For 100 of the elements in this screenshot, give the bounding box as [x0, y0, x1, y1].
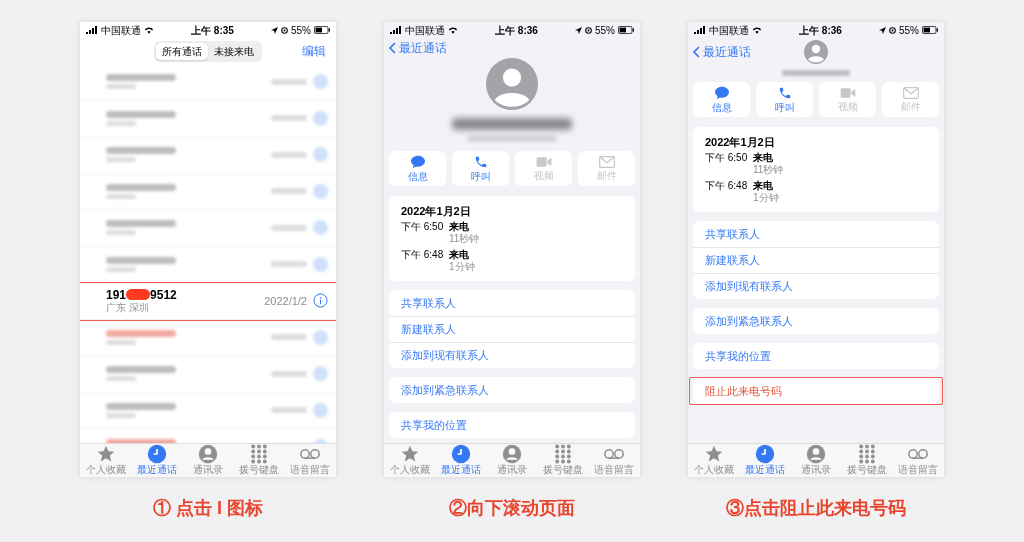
- person-icon[interactable]: [197, 444, 218, 464]
- status-time: 上午 8:36: [799, 23, 842, 38]
- call-time: 下午 6:48: [705, 180, 749, 192]
- redaction-mark: [126, 289, 151, 301]
- segment[interactable]: 未接来电: [208, 42, 260, 60]
- person-icon[interactable]: [501, 444, 522, 464]
- tab-bar-item[interactable]: 最近通话: [740, 444, 789, 475]
- clock-icon[interactable]: [146, 444, 167, 464]
- clock-icon[interactable]: [754, 444, 775, 464]
- chevron-left-icon: [693, 46, 700, 58]
- back-button[interactable]: 最近通话: [389, 39, 447, 57]
- envelope-icon: [598, 156, 615, 168]
- tab-bar-item[interactable]: 最近通话: [132, 444, 181, 475]
- action-button[interactable]: 呼叫: [756, 82, 813, 117]
- step-caption: ③点击阻止此来电号码: [726, 497, 906, 520]
- call-type: 来电: [449, 221, 470, 233]
- battery-icon: [618, 26, 634, 34]
- phone-number-start: 191: [106, 287, 127, 302]
- call-type: 来电: [449, 249, 470, 261]
- list-action[interactable]: 添加到现有联系人: [693, 273, 939, 299]
- action-button[interactable]: 呼叫: [452, 151, 509, 186]
- list-action[interactable]: 新建联系人: [693, 247, 939, 273]
- signal-icon: [390, 26, 402, 34]
- list-action[interactable]: 添加到现有联系人: [389, 342, 635, 368]
- battery-percent: 55%: [291, 23, 311, 38]
- call-location: 广东 深圳: [106, 301, 150, 314]
- phone-icon: [777, 86, 792, 100]
- log-date: 2022年1月2日: [705, 135, 776, 149]
- list-action[interactable]: 共享我的位置: [389, 412, 635, 438]
- person-icon[interactable]: [805, 444, 826, 464]
- step-caption: ②向下滚动页面: [449, 497, 575, 520]
- back-button[interactable]: 最近通话: [693, 43, 751, 61]
- status-time: 上午 8:36: [495, 23, 538, 38]
- call-type: 来电: [753, 152, 774, 164]
- alarm-icon: [281, 26, 288, 34]
- tab-bar-item[interactable]: 语音留言: [590, 444, 639, 475]
- tab-bar-item[interactable]: 语音留言: [894, 444, 943, 475]
- call-type: 来电: [753, 180, 774, 192]
- list-action[interactable]: 添加到紧急联系人: [389, 377, 635, 403]
- blurred-phone-number: [782, 70, 850, 76]
- wifi-icon: [448, 26, 458, 34]
- log-date: 2022年1月2日: [401, 204, 472, 218]
- tab-bar-item[interactable]: 最近通话: [436, 444, 485, 475]
- battery-percent: 55%: [899, 23, 919, 38]
- speech-bubble-icon: [713, 86, 730, 100]
- call-duration: 1分钟: [449, 261, 476, 273]
- keypad-icon[interactable]: [249, 444, 270, 464]
- call-duration: 1分钟: [753, 192, 780, 204]
- tab-bar-item[interactable]: 通讯录: [487, 444, 536, 475]
- tab-bar-item[interactable]: 个人收藏: [81, 444, 130, 475]
- envelope-icon: [902, 87, 919, 99]
- tab-bar-item[interactable]: 拨号键盘: [235, 444, 284, 475]
- battery-icon: [922, 26, 938, 34]
- location-arrow-icon: [271, 26, 278, 34]
- avatar-icon: [486, 58, 538, 110]
- status-time: 上午 8:35: [191, 23, 234, 38]
- list-action[interactable]: 添加到紧急联系人: [693, 308, 939, 334]
- chevron-left-icon: [389, 42, 396, 54]
- action-button[interactable]: 信息: [389, 151, 446, 186]
- tab-bar-item[interactable]: 拨号键盘: [539, 444, 588, 475]
- carrier-name: 中国联通: [101, 23, 141, 38]
- video-camera-icon: [839, 87, 856, 99]
- clock-icon[interactable]: [450, 444, 471, 464]
- tab-bar-item[interactable]: 个人收藏: [689, 444, 738, 475]
- list-action[interactable]: 共享联系人: [693, 221, 939, 247]
- call-date: 2022/1/2: [264, 293, 307, 309]
- call-row[interactable]: 191 9512 广东 深圳 2022/1/2: [80, 283, 336, 320]
- tab-bar-item[interactable]: 通讯录: [791, 444, 840, 475]
- edit-button[interactable]: 编辑: [302, 42, 326, 60]
- location-arrow-icon: [879, 26, 886, 34]
- keypad-icon[interactable]: [553, 444, 574, 464]
- carrier-name: 中国联通: [405, 23, 445, 38]
- list-action[interactable]: 共享我的位置: [693, 343, 939, 369]
- wifi-icon: [144, 26, 154, 34]
- tab-bar-item[interactable]: 拨号键盘: [843, 444, 892, 475]
- tab-bar-item[interactable]: 语音留言: [286, 444, 335, 475]
- battery-icon: [314, 26, 330, 34]
- battery-percent: 55%: [595, 23, 615, 38]
- wifi-icon: [752, 26, 762, 34]
- signal-icon: [694, 26, 706, 34]
- list-action[interactable]: 阻止此来电号码: [690, 378, 942, 404]
- keypad-icon[interactable]: [857, 444, 878, 464]
- speech-bubble-icon: [409, 155, 426, 169]
- segment[interactable]: 所有通话: [156, 42, 208, 60]
- info-icon[interactable]: [313, 293, 328, 309]
- alarm-icon: [585, 26, 592, 34]
- step-caption: ① 点击 I 图标: [153, 497, 263, 520]
- list-action[interactable]: 新建联系人: [389, 316, 635, 342]
- tab-bar-item[interactable]: 个人收藏: [385, 444, 434, 475]
- tab-bar-item[interactable]: 通讯录: [183, 444, 232, 475]
- signal-icon: [86, 26, 98, 34]
- call-duration: 11秒钟: [449, 233, 481, 245]
- alarm-icon: [889, 26, 896, 34]
- phone-number-end: 9512: [150, 287, 177, 302]
- call-time: 下午 6:50: [401, 221, 445, 233]
- list-action[interactable]: 共享联系人: [389, 290, 635, 316]
- action-button[interactable]: 信息: [693, 82, 750, 117]
- phone-icon: [473, 155, 488, 169]
- video-camera-icon: [535, 156, 552, 168]
- call-duration: 11秒钟: [753, 164, 785, 176]
